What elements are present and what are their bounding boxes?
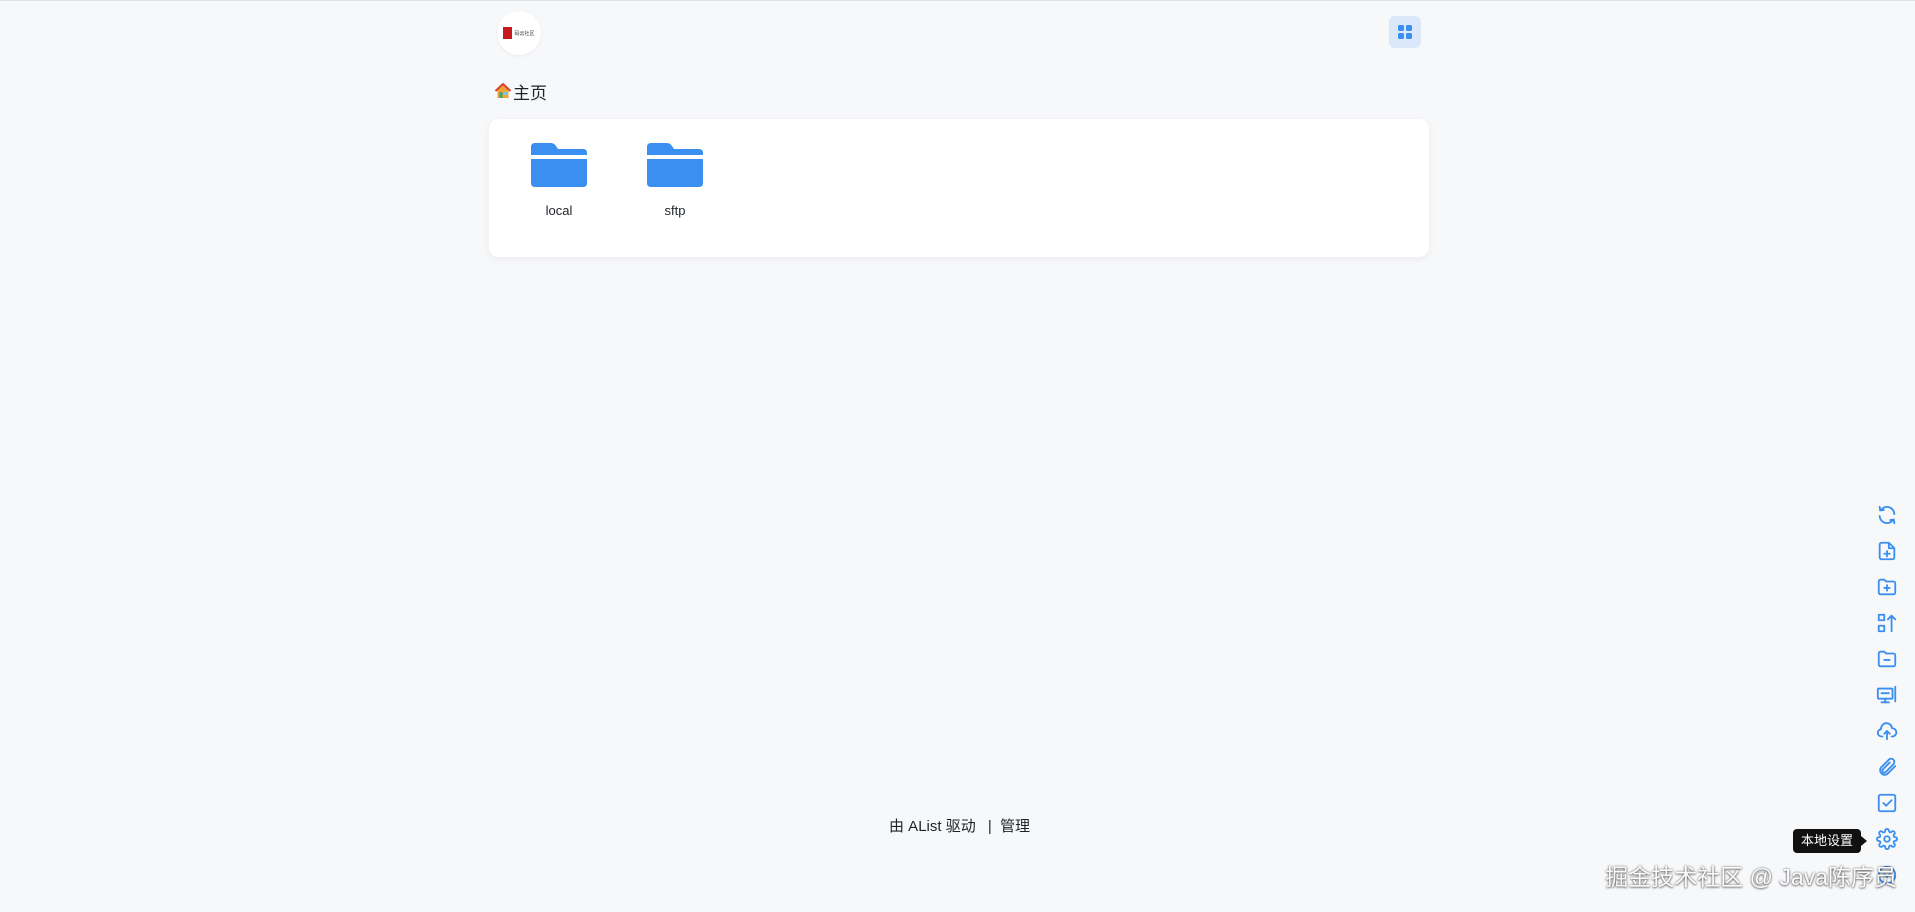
- powered-by-text: 由 AList 驱动: [889, 818, 976, 835]
- monitor-button[interactable]: [1873, 681, 1901, 709]
- grid-icon: [1398, 25, 1412, 39]
- sort-icon: [1877, 613, 1897, 633]
- folder-label: sftp: [664, 203, 686, 218]
- upload-button[interactable]: [1873, 717, 1901, 745]
- gear-icon: [1876, 828, 1898, 850]
- new-file-icon: [1878, 541, 1896, 561]
- house-icon: [494, 83, 512, 98]
- paperclip-icon: [1879, 757, 1897, 776]
- checkbox-icon: [1877, 793, 1897, 813]
- new-folder-button[interactable]: [1873, 573, 1901, 601]
- sort-button[interactable]: [1873, 609, 1901, 637]
- local-settings-tooltip: 本地设置: [1792, 829, 1868, 853]
- logo-mark: 码云社区: [503, 27, 535, 39]
- folder-item-local[interactable]: local: [513, 141, 605, 235]
- refresh-button[interactable]: [1873, 501, 1901, 529]
- watermark: 掘金技术社区 @ Java陈序员: [1605, 864, 1897, 890]
- offline-download-button[interactable]: [1873, 753, 1901, 781]
- footer: 由 AList 驱动 | 管理: [0, 815, 1915, 836]
- select-button[interactable]: [1873, 789, 1901, 817]
- breadcrumb-home-label: 主页: [513, 83, 547, 103]
- refresh-icon: [1878, 505, 1896, 525]
- folder-icon: [647, 143, 703, 187]
- logo-red-block: [503, 27, 513, 39]
- site-logo[interactable]: 码云社区: [497, 11, 541, 55]
- footer-separator: |: [987, 818, 992, 835]
- folder-icon: [531, 143, 587, 187]
- manage-link[interactable]: 管理: [1000, 818, 1030, 835]
- main-container: 码云社区 主页 local sftp: [489, 1, 1429, 257]
- layout-toggle-button[interactable]: [1389, 16, 1421, 48]
- upload-cloud-icon: [1876, 722, 1898, 741]
- monitor-icon: [1876, 685, 1897, 704]
- delete-folder-button[interactable]: [1873, 645, 1901, 673]
- local-settings-button[interactable]: [1873, 825, 1901, 853]
- breadcrumb: 主页: [489, 63, 1429, 119]
- logo-text: 码云社区: [514, 30, 535, 37]
- file-grid: local sftp: [489, 119, 1429, 257]
- new-folder-icon: [1877, 578, 1897, 596]
- new-file-button[interactable]: [1873, 537, 1901, 565]
- breadcrumb-home[interactable]: 主页: [494, 79, 547, 104]
- page: 码云社区 主页 local sftp 由 AList 驱动 | 管理 本地设置 …: [0, 0, 1915, 912]
- header: 码云社区: [489, 1, 1429, 63]
- folder-item-sftp[interactable]: sftp: [629, 141, 721, 235]
- folder-label: local: [545, 203, 573, 218]
- side-toolbar: [1873, 501, 1901, 897]
- delete-folder-icon: [1877, 650, 1897, 668]
